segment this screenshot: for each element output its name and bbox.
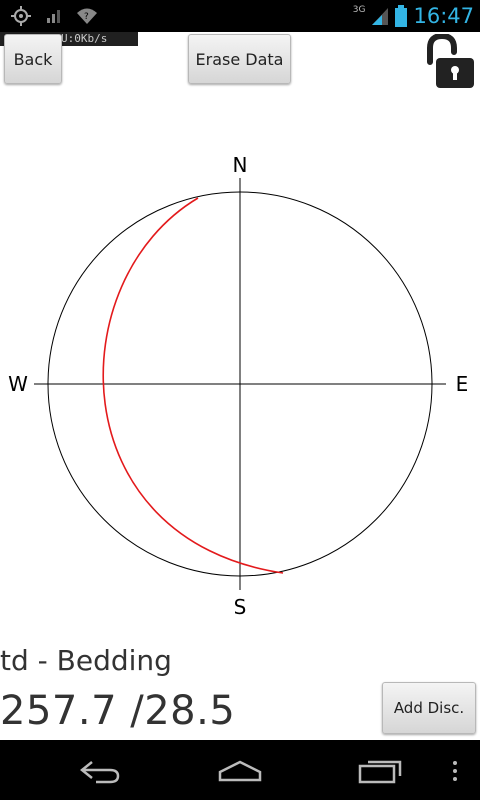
measurement-title: td - Bedding [0, 644, 172, 677]
clock: 16:47 [413, 4, 474, 28]
home-nav-icon[interactable] [216, 758, 264, 784]
unlock-icon[interactable] [424, 34, 476, 90]
network-type-label: 3G [352, 5, 366, 15]
north-label: N [233, 153, 248, 177]
navigation-bar [0, 740, 480, 800]
back-button[interactable]: Back [4, 34, 62, 84]
great-circle-plot [102, 197, 284, 574]
measurement-value: 257.7 /28.5 [0, 688, 236, 734]
svg-text:?: ? [84, 12, 89, 22]
south-label: S [234, 595, 247, 619]
back-nav-icon[interactable] [78, 758, 122, 784]
east-label: E [456, 372, 469, 396]
cell-signal-icon [372, 8, 389, 25]
status-bar: ? 3G 16:47 [0, 0, 480, 32]
add-disc-button[interactable]: Add Disc. [382, 682, 476, 734]
recent-apps-icon[interactable] [358, 758, 404, 784]
wifi-icon: ? [77, 8, 97, 24]
overflow-menu-icon[interactable] [450, 760, 460, 782]
battery-icon [395, 5, 408, 27]
status-left-icons: ? [10, 5, 98, 27]
status-right-icons: 3G 16:47 [353, 0, 474, 32]
stereonet[interactable]: N S W E [0, 140, 480, 620]
signal-icon [47, 10, 60, 23]
gps-icon [11, 6, 31, 26]
west-label: W [8, 372, 28, 396]
erase-data-button[interactable]: Erase Data [188, 34, 291, 84]
